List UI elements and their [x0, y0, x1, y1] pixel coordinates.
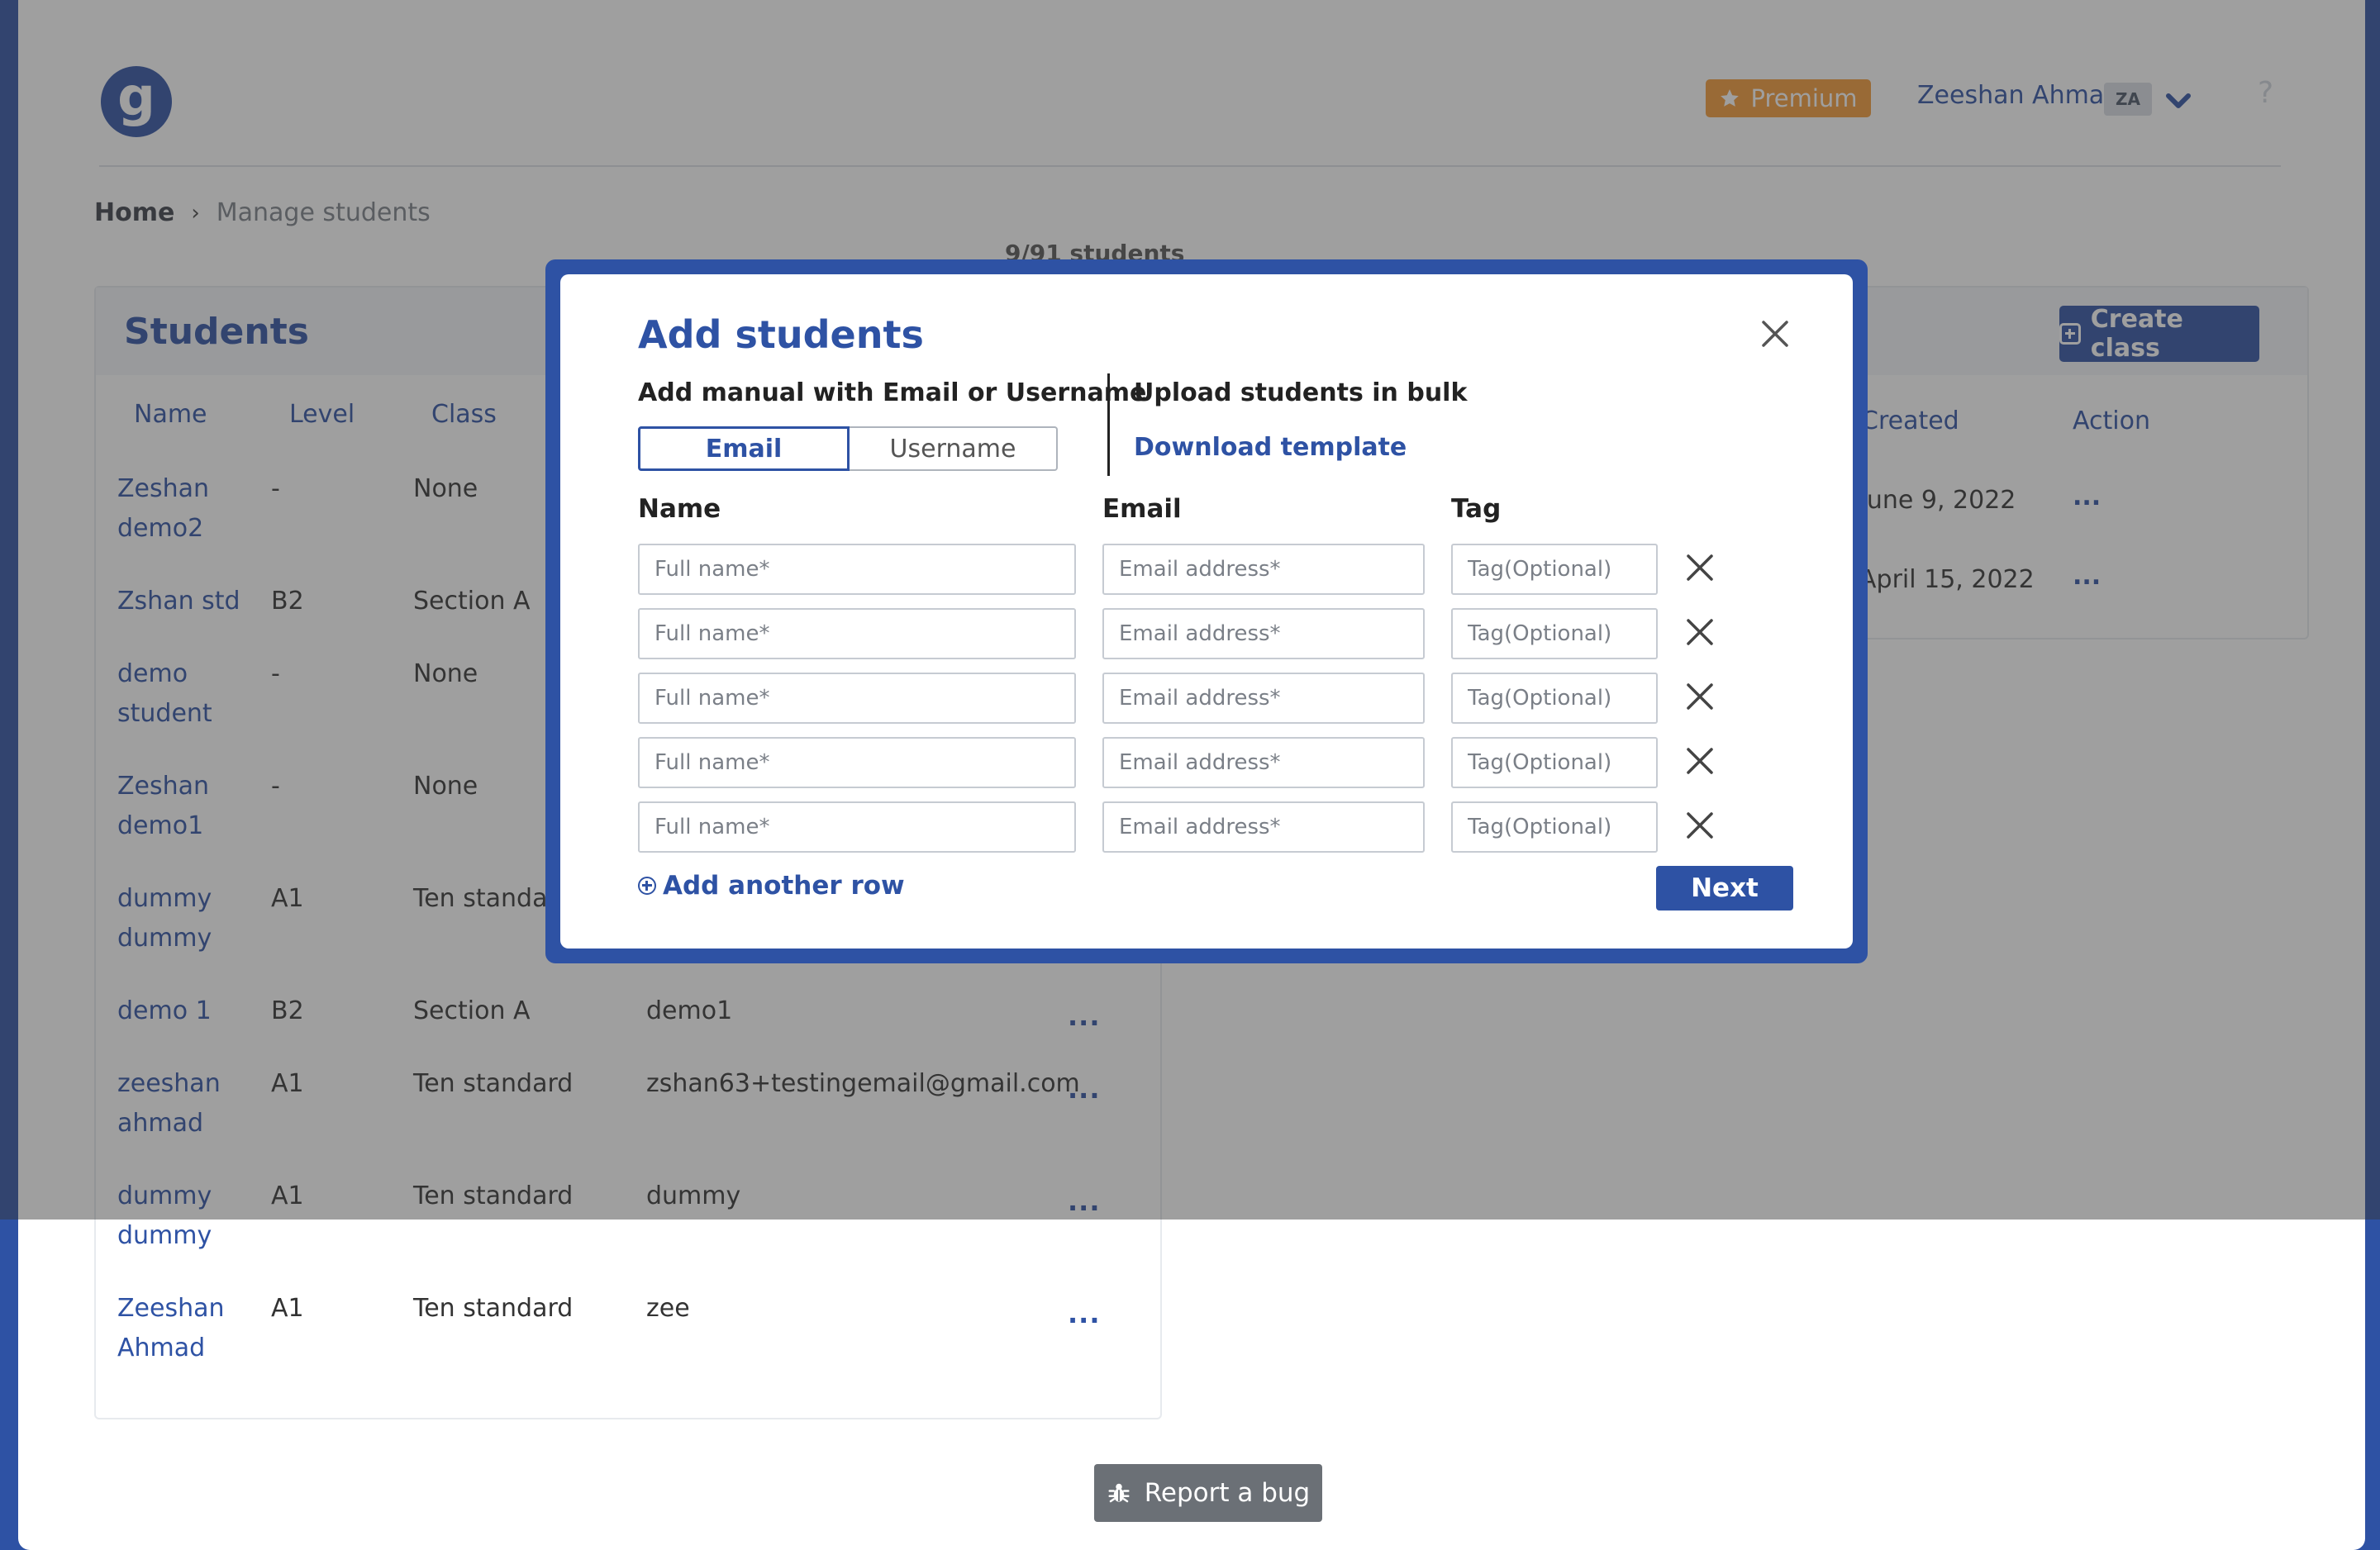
plus-circle-icon	[638, 877, 656, 895]
remove-row-icon[interactable]	[1684, 552, 1716, 583]
remove-row-icon[interactable]	[1684, 745, 1716, 777]
email-field[interactable]	[1102, 737, 1425, 788]
tag-field[interactable]	[1451, 801, 1658, 853]
full-name-field[interactable]	[638, 544, 1076, 595]
email-field[interactable]	[1102, 544, 1425, 595]
email-field[interactable]	[1102, 608, 1425, 659]
bulk-heading: Upload students in bulk	[1134, 378, 1468, 407]
tag-field[interactable]	[1451, 544, 1658, 595]
student-username: zee	[646, 1294, 690, 1323]
bug-icon	[1108, 1483, 1130, 1503]
report-bug-label: Report a bug	[1144, 1478, 1311, 1508]
email-field[interactable]	[1102, 673, 1425, 724]
full-name-field[interactable]	[638, 801, 1076, 853]
email-field[interactable]	[1102, 801, 1425, 853]
add-another-row-label: Add another row	[663, 871, 905, 901]
mode-toggle: Email Username	[638, 426, 1058, 471]
report-bug-button[interactable]: Report a bug	[1094, 1464, 1322, 1522]
remove-row-icon[interactable]	[1684, 616, 1716, 648]
full-name-field[interactable]	[638, 673, 1076, 724]
row-actions-button[interactable]: ...	[1068, 1294, 1100, 1334]
tag-field[interactable]	[1451, 608, 1658, 659]
full-name-field[interactable]	[638, 737, 1076, 788]
download-template-link[interactable]: Download template	[1134, 433, 1407, 462]
column-header-tag: Tag	[1451, 494, 1502, 524]
column-header-email: Email	[1102, 494, 1182, 524]
tag-field[interactable]	[1451, 737, 1658, 788]
column-header-name: Name	[638, 494, 721, 524]
add-students-modal: Add students Add manual with Email or Us…	[545, 259, 1868, 963]
manual-heading: Add manual with Email or Username	[638, 378, 1147, 407]
student-name[interactable]: Zeeshan Ahmad	[117, 1289, 266, 1368]
remove-row-icon[interactable]	[1684, 810, 1716, 841]
modal-body: Add students Add manual with Email or Us…	[560, 274, 1853, 949]
full-name-field[interactable]	[638, 608, 1076, 659]
next-button[interactable]: Next	[1656, 866, 1793, 911]
section-divider	[1107, 373, 1110, 476]
toggle-username[interactable]: Username	[850, 426, 1058, 471]
close-icon[interactable]	[1757, 316, 1793, 352]
student-level: A1	[271, 1294, 304, 1323]
modal-title: Add students	[638, 312, 924, 357]
add-another-row-button[interactable]: Add another row	[638, 871, 905, 901]
tag-field[interactable]	[1451, 673, 1658, 724]
student-class: Ten standard	[413, 1294, 574, 1323]
toggle-email[interactable]: Email	[638, 426, 850, 471]
remove-row-icon[interactable]	[1684, 681, 1716, 712]
